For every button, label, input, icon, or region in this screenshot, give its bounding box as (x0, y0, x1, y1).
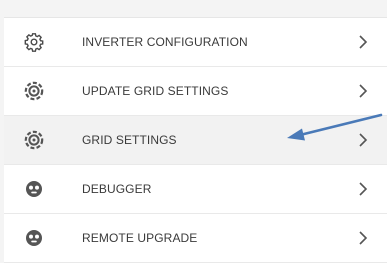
menu-item-label: DEBUGGER (82, 182, 152, 196)
chevron-right-icon (357, 132, 369, 148)
menu-item-label: REMOTE UPGRADE (82, 231, 198, 245)
settings-panel: INVERTER CONFIGURATION UPDATE GRID SETTI… (0, 0, 387, 263)
target-gear-icon (24, 130, 44, 150)
target-gear-icon (24, 81, 44, 101)
settings-menu-list: INVERTER CONFIGURATION UPDATE GRID SETTI… (4, 17, 387, 263)
menu-item-remote-upgrade[interactable]: REMOTE UPGRADE (4, 214, 387, 263)
menu-item-grid-settings[interactable]: GRID SETTINGS (4, 116, 387, 165)
menu-item-debugger[interactable]: DEBUGGER (4, 165, 387, 214)
menu-item-label: INVERTER CONFIGURATION (82, 35, 248, 49)
chevron-right-icon (357, 181, 369, 197)
chevron-right-icon (357, 83, 369, 99)
menu-item-label: UPDATE GRID SETTINGS (82, 84, 229, 98)
menu-item-inverter-configuration[interactable]: INVERTER CONFIGURATION (4, 18, 387, 67)
menu-item-label: GRID SETTINGS (82, 133, 177, 147)
menu-item-update-grid-settings[interactable]: UPDATE GRID SETTINGS (4, 67, 387, 116)
chevron-right-icon (357, 230, 369, 246)
gear-outline-icon (24, 32, 44, 52)
bug-face-icon (24, 179, 44, 199)
chevron-right-icon (357, 34, 369, 50)
bug-face-icon (24, 228, 44, 248)
